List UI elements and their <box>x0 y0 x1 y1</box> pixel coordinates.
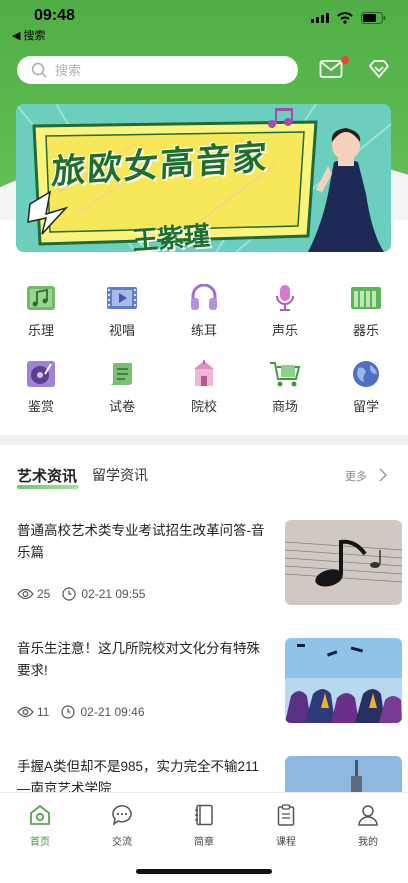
chat-icon <box>112 805 132 826</box>
back-to-search-link[interactable]: ◀ 搜索 <box>12 27 46 43</box>
status-time: 09:48 <box>34 7 75 24</box>
tab-label: 简章 <box>194 837 214 848</box>
article-thumbnail <box>285 638 402 723</box>
publish-time: 02-21 09:46 <box>80 705 145 719</box>
category-instrumental[interactable]: 器乐 <box>331 284 401 350</box>
notification-badge <box>341 56 349 64</box>
tab-label: 艺术资讯 <box>17 468 78 485</box>
record-player-icon <box>27 361 55 387</box>
graduates-photo <box>285 638 402 723</box>
article-title: 音乐生注意！这几所院校对文化分有特殊要求! <box>17 641 260 678</box>
category-sight-singing[interactable]: 视唱 <box>87 284 157 350</box>
status-bar: 09:48 ◀ 搜索 <box>0 0 408 44</box>
category-ear-training[interactable]: 练耳 <box>169 284 239 350</box>
category-label: 视唱 <box>108 323 135 338</box>
tab-label: 我的 <box>358 837 378 848</box>
music-theory-icon <box>27 286 55 310</box>
list-item[interactable]: 普通高校艺术类专业考试招生改革问答-音乐篇 25 02-21 09:55 <box>17 520 402 610</box>
category-music-theory[interactable]: 乐理 <box>6 284 76 350</box>
home-indicator <box>136 869 272 874</box>
category-label: 声乐 <box>271 323 298 338</box>
tab-courses[interactable]: 课程 <box>256 803 316 848</box>
category-label: 留学 <box>352 399 379 414</box>
tab-study-abroad-news[interactable]: 留学资讯 <box>92 465 148 485</box>
tab-community[interactable]: 交流 <box>92 803 152 848</box>
category-appreciation[interactable]: 鉴赏 <box>6 360 76 426</box>
list-item[interactable]: 手握A类但却不是985，实力完全不输211—南京艺术学院 <box>17 756 402 792</box>
category-study-abroad[interactable]: 留学 <box>331 360 401 426</box>
active-tab-indicator <box>17 485 79 489</box>
home-icon <box>30 805 50 825</box>
clock-icon <box>62 587 76 601</box>
category-exam-papers[interactable]: 试卷 <box>87 360 157 426</box>
search-input[interactable] <box>55 62 255 78</box>
eye-icon <box>17 706 34 718</box>
status-icons <box>311 12 386 24</box>
mail-icon[interactable] <box>319 58 343 80</box>
scroll-icon <box>110 363 132 385</box>
article-title: 手握A类但却不是985，实力完全不输211—南京艺术学院 <box>17 759 260 792</box>
search-icon <box>31 62 47 78</box>
user-icon <box>358 805 378 826</box>
sheet-music-photo <box>285 520 402 605</box>
school-icon <box>194 360 214 386</box>
category-label: 鉴赏 <box>27 399 54 414</box>
cart-icon <box>270 362 301 387</box>
wifi-icon <box>337 12 353 24</box>
tab-label: 课程 <box>276 837 296 848</box>
clock-icon <box>61 705 76 719</box>
tab-label: 交流 <box>112 837 132 848</box>
battery-icon <box>361 12 386 24</box>
headphones-icon <box>191 284 217 310</box>
signal-icon <box>311 13 329 23</box>
microphone-icon <box>276 285 294 311</box>
article-thumbnail <box>285 520 402 605</box>
section-divider <box>0 435 408 445</box>
view-count: 25 <box>37 587 51 601</box>
tab-label: 首页 <box>30 837 50 848</box>
category-label: 乐理 <box>27 323 54 338</box>
clipboard-icon <box>277 804 295 826</box>
category-label: 器乐 <box>352 323 379 338</box>
eye-icon <box>17 588 34 600</box>
list-item[interactable]: 音乐生注意！这几所院校对文化分有特殊要求! 11 02-21 09:46 <box>17 638 402 728</box>
category-vocal[interactable]: 声乐 <box>250 284 320 350</box>
publish-time: 02-21 09:55 <box>81 587 146 601</box>
globe-icon <box>353 361 379 387</box>
chevron-right-icon[interactable] <box>378 468 388 482</box>
tab-profile[interactable]: 我的 <box>338 803 398 848</box>
book-icon <box>195 804 213 826</box>
piano-keys-icon <box>351 287 381 309</box>
diamond-icon[interactable] <box>367 58 391 80</box>
category-schools[interactable]: 院校 <box>169 360 239 426</box>
more-link[interactable]: 更多 <box>345 468 367 484</box>
tab-brochures[interactable]: 简章 <box>174 803 234 848</box>
category-mall[interactable]: 商场 <box>250 360 320 426</box>
search-bar[interactable] <box>17 56 298 84</box>
tab-art-news[interactable]: 艺术资讯 <box>17 465 79 489</box>
article-title: 普通高校艺术类专业考试招生改革问答-音乐篇 <box>17 523 265 560</box>
category-label: 商场 <box>271 399 298 414</box>
view-count: 11 <box>37 705 50 719</box>
film-icon <box>107 287 137 309</box>
article-meta: 25 02-21 09:55 <box>17 587 145 601</box>
category-label: 练耳 <box>190 323 217 338</box>
banner-subtitle: 王紫瑾 <box>131 220 212 256</box>
category-label: 院校 <box>190 399 217 414</box>
article-thumbnail <box>285 756 402 792</box>
category-label: 试卷 <box>108 399 135 414</box>
article-meta: 11 02-21 09:46 <box>17 705 145 719</box>
tower-photo <box>285 756 402 792</box>
tab-home[interactable]: 首页 <box>10 803 70 848</box>
